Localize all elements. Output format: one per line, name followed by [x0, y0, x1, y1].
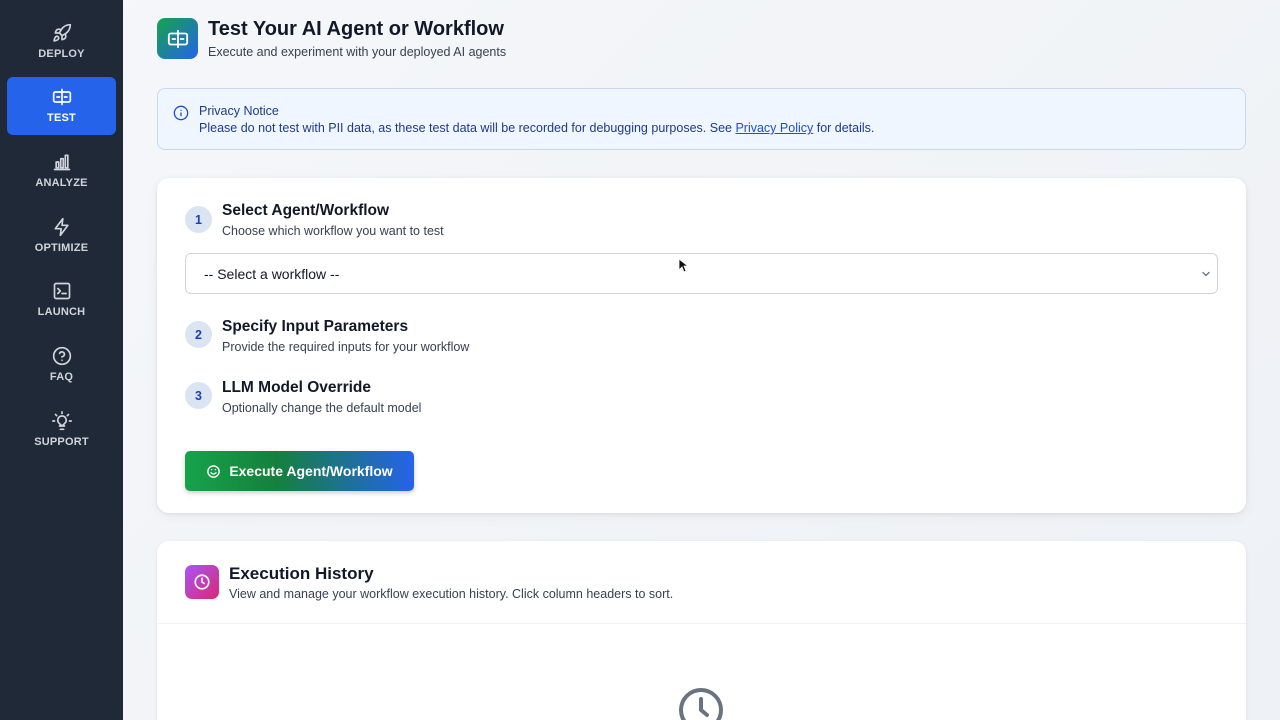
- bar-chart-icon: [53, 154, 70, 171]
- notice-text: Please do not test with PII data, as the…: [199, 121, 874, 135]
- step-2-desc: Provide the required inputs for your wor…: [222, 340, 470, 354]
- sidebar-item-label: FAQ: [49, 370, 74, 383]
- divider: [157, 623, 1246, 624]
- execute-button[interactable]: Execute Agent/Workflow: [185, 451, 414, 491]
- sidebar-item-label: TEST: [47, 112, 76, 125]
- history-badge: [185, 565, 219, 599]
- sidebar-item-label: SUPPORT: [34, 435, 89, 448]
- privacy-policy-link[interactable]: Privacy Policy: [735, 121, 813, 135]
- test-icon: [52, 88, 71, 106]
- chevron-down-icon: [1202, 271, 1210, 277]
- test-icon: [167, 29, 188, 48]
- sidebar-item-optimize[interactable]: OPTIMIZE: [7, 206, 116, 264]
- sidebar-item-label: OPTIMIZE: [34, 241, 89, 254]
- page-icon: [157, 18, 198, 59]
- notice-text-before: Please do not test with PII data, as the…: [199, 121, 736, 135]
- clock-icon: [679, 688, 723, 720]
- step-3-title: LLM Model Override: [222, 379, 371, 396]
- workflow-select-value: -- Select a workflow --: [204, 265, 340, 282]
- robot-face-icon: [207, 464, 221, 478]
- step-1-number: 1: [185, 206, 212, 233]
- sidebar-item-label: LAUNCH: [37, 306, 86, 319]
- sidebar: DEPLOY TEST ANALYZE OPTIMIZE LAUNCH FAQ …: [0, 0, 123, 720]
- workflow-select[interactable]: -- Select a workflow --: [185, 253, 1218, 294]
- sidebar-item-label: DEPLOY: [38, 47, 85, 60]
- terminal-icon: [53, 282, 70, 300]
- privacy-notice: Privacy Notice Please do not test with P…: [157, 88, 1246, 150]
- sidebar-item-faq[interactable]: FAQ: [7, 335, 116, 393]
- execute-button-label: Execute Agent/Workflow: [229, 463, 393, 479]
- lightbulb-icon: [51, 410, 72, 430]
- step-1-title: Select Agent/Workflow: [222, 202, 390, 219]
- page-title: Test Your AI Agent or Workflow: [208, 18, 504, 40]
- page-subtitle: Execute and experiment with your deploye…: [208, 45, 507, 59]
- history-desc: View and manage your workflow execution …: [229, 587, 674, 601]
- execution-history-card: Execution History View and manage your w…: [157, 541, 1246, 720]
- sidebar-item-launch[interactable]: LAUNCH: [7, 271, 116, 329]
- step-3-number: 3: [185, 382, 212, 409]
- history-title: Execution History: [229, 564, 374, 583]
- sidebar-item-label: ANALYZE: [35, 176, 88, 189]
- question-icon: [52, 346, 71, 366]
- step-2-number: 2: [185, 321, 212, 348]
- lightning-icon: [54, 217, 69, 236]
- step-1-desc: Choose which workflow you want to test: [222, 224, 444, 238]
- notice-title: Privacy Notice: [199, 104, 279, 118]
- info-icon: [173, 105, 189, 121]
- clock-icon: [194, 574, 210, 590]
- notice-text-after: for details.: [813, 121, 875, 135]
- sidebar-item-analyze[interactable]: ANALYZE: [7, 141, 116, 199]
- sidebar-item-support[interactable]: SUPPORT: [7, 400, 116, 458]
- mouse-cursor-icon: [678, 258, 688, 273]
- sidebar-item-deploy[interactable]: DEPLOY: [7, 12, 116, 70]
- rocket-icon: [52, 23, 71, 42]
- step-3-desc: Optionally change the default model: [222, 401, 422, 415]
- test-form-card: 1 Select Agent/Workflow Choose which wor…: [157, 178, 1246, 513]
- sidebar-item-test[interactable]: TEST: [7, 76, 116, 135]
- step-2-title: Specify Input Parameters: [222, 318, 409, 335]
